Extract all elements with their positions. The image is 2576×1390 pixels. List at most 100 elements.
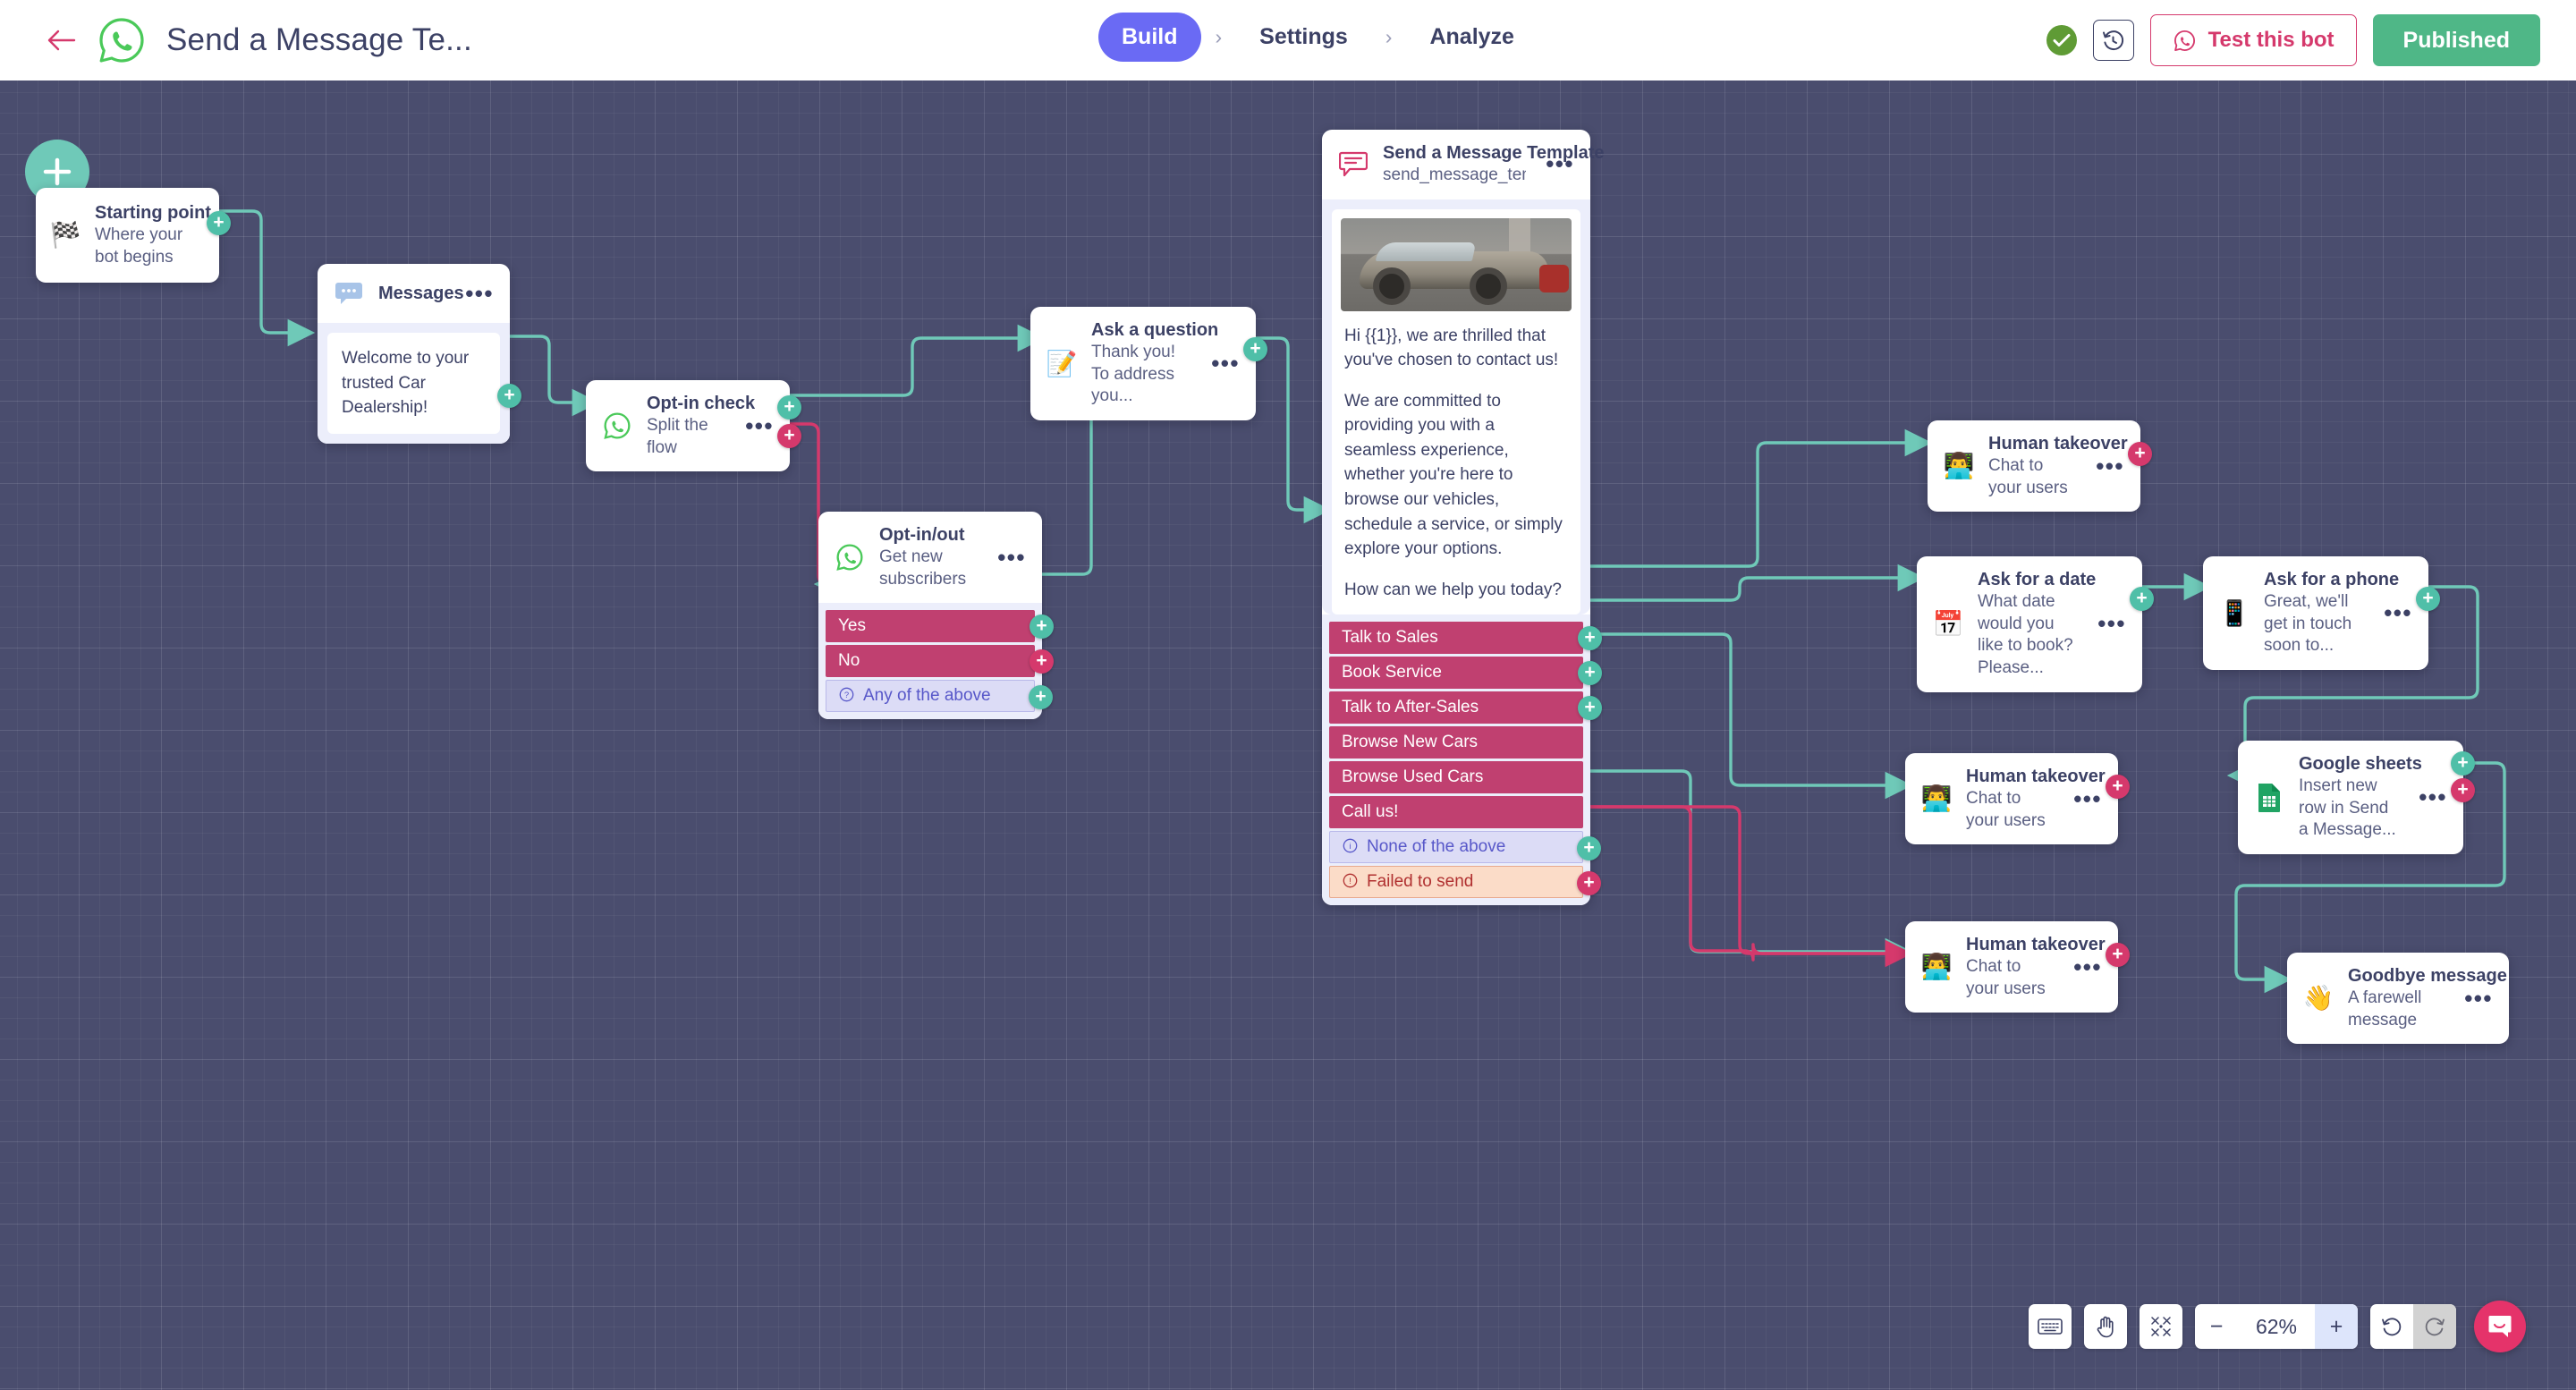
option-row[interactable]: Yes + [826,610,1054,643]
undo-icon[interactable] [2370,1304,2413,1349]
whatsapp-icon [600,409,634,443]
node-menu-button[interactable]: ••• [1204,352,1241,375]
node-menu-button[interactable]: ••• [2411,785,2449,809]
option-row[interactable]: Browse New Cars [1329,726,1583,759]
zoom-out-button[interactable]: − [2195,1304,2238,1349]
option-row[interactable]: Call us! [1329,796,1583,829]
question-circle-icon: ? [839,687,854,705]
node-google-sheets[interactable]: Google sheets Insert new row in Send a M… [2238,741,2475,855]
zoom-in-button[interactable]: + [2315,1304,2358,1349]
chat-bubble-icon[interactable] [2474,1301,2526,1352]
node-ask-for-a-date[interactable]: 📅 Ask for a date What date would you lik… [1917,556,2154,692]
node-send-message-template[interactable]: Send a Message Template send_message_tem… [1322,130,1605,906]
output-port[interactable]: + [2128,442,2152,466]
node-menu-button[interactable]: ••• [2377,601,2414,624]
history-controls [2370,1304,2456,1349]
output-port[interactable]: + [1243,337,1267,361]
node-menu-button[interactable]: ••• [2089,454,2126,478]
test-bot-button[interactable]: Test this bot [2149,14,2357,66]
classic-car-photo [1341,217,1572,311]
node-optin-check[interactable]: Opt-in check Split the flow ••• + + [586,380,801,472]
node-body: Hi {{1}}, we are thrilled that you've ch… [1322,199,1590,615]
output-port-failure[interactable]: + [2451,778,2475,802]
option-row-any-of-above[interactable]: ? Any of the above + [826,680,1053,713]
hand-pan-icon[interactable] [2084,1304,2127,1349]
node-header: 📝 Ask a question Thank you! To address y… [1030,307,1256,420]
output-port[interactable]: + [2106,775,2130,799]
node-ask-a-question[interactable]: 📝 Ask a question Thank you! To address y… [1030,307,1267,421]
option-label: Any of the above [863,686,991,706]
node-header: Opt-in check Split the flow ••• [586,380,790,471]
info-circle-icon: i [1343,838,1358,856]
option-port[interactable]: + [1578,626,1602,651]
node-starting-point[interactable]: 🏁 Starting point Where your bot begins + [36,188,231,284]
node-menu-button[interactable]: ••• [2066,787,2104,810]
message-bubble: Welcome to your trusted Car Dealership! [327,333,500,434]
node-title: Opt-in check [647,394,756,413]
node-human-takeover-1[interactable]: 👨‍💻 Human takeover Chat to your users ••… [1928,420,2152,513]
history-clock-icon[interactable] [2092,20,2134,61]
node-title: Goodbye message [2348,966,2507,986]
option-label: Yes [838,616,866,636]
node-subtitle: Insert new row in Send a Message... [2299,776,2396,840]
option-row-none-of-above[interactable]: i None of the above + [1329,831,1601,864]
option-row[interactable]: Talk to After-Sales + [1329,691,1602,725]
node-body: Welcome to your trusted Car Dealership! [318,323,510,444]
published-button[interactable]: Published [2372,14,2540,66]
node-menu-button[interactable]: ••• [2066,955,2104,979]
node-messages[interactable]: Messages ••• Welcome to your trusted Car… [318,264,521,444]
node-menu-button[interactable]: ••• [2090,612,2128,635]
test-bot-label: Test this bot [2207,28,2334,52]
node-header: Send a Message Template send_message_tem… [1322,130,1605,199]
node-optin-out[interactable]: Opt-in/out Get new subscribers ••• Yes +… [818,512,1054,720]
output-port[interactable]: + [2416,587,2440,611]
node-menu-button[interactable]: ••• [1538,152,1576,175]
fit-to-screen-icon[interactable] [2140,1304,2182,1349]
option-label: No [838,651,860,671]
top-bar-actions: Test this bot Published [2046,0,2540,81]
published-label: Published [2402,27,2510,53]
output-port[interactable]: + [207,211,231,235]
option-row[interactable]: No + [826,645,1054,678]
top-bar: Send a Message Te... Build › Settings › … [0,0,2576,81]
message-dots-icon [332,276,366,310]
option-row[interactable]: Book Service + [1329,657,1602,690]
option-label: Talk to Sales [1342,628,1438,648]
flow-canvas[interactable]: 🏁 Starting point Where your bot begins +… [0,81,2576,1390]
node-menu-button[interactable]: ••• [990,546,1028,569]
node-menu-button[interactable]: ••• [2457,987,2495,1010]
node-human-takeover-3[interactable]: 👨‍💻 Human takeover Chat to your users ••… [1905,921,2130,1013]
option-row-failed-to-send[interactable]: ! Failed to send + [1329,866,1601,899]
node-goodbye-message[interactable]: 👋 Goodbye message A farewell message ••• [2287,953,2509,1045]
back-arrow-icon[interactable] [43,22,79,58]
node-ask-for-a-phone[interactable]: 📱 Ask for a phone Great, we'll get in to… [2203,556,2440,671]
output-port-failure[interactable]: + [777,424,801,448]
option-row[interactable]: Talk to Sales + [1329,622,1602,655]
node-subtitle: Great, we'll get in touch soon to... [2264,592,2352,656]
option-port[interactable]: + [1578,696,1602,721]
output-port-success[interactable]: + [2451,751,2475,776]
node-menu-button[interactable]: ••• [458,282,496,305]
option-port[interactable]: + [1577,836,1601,861]
tab-settings[interactable]: Settings [1236,13,1371,62]
tab-build[interactable]: Build [1098,13,1201,62]
node-human-takeover-2[interactable]: 👨‍💻 Human takeover Chat to your users ••… [1905,753,2130,845]
node-subtitle: Get new subscribers [879,547,967,589]
node-subtitle: Thank you! To address you... [1091,343,1175,406]
node-subtitle: Split the flow [647,416,708,457]
person-laptop-icon: 👨‍💻 [1943,452,1975,480]
tab-analyze[interactable]: Analyze [1406,13,1537,62]
option-port[interactable]: + [1578,661,1602,686]
option-port[interactable]: + [1577,871,1601,896]
output-port[interactable]: + [497,384,521,408]
node-menu-button[interactable]: ••• [738,414,775,437]
output-port[interactable]: + [2106,943,2130,967]
template-line-2: We are committed to providing you with a… [1344,391,1563,559]
output-port-success[interactable]: + [777,395,801,420]
option-row[interactable]: Browse Used Cars [1329,761,1583,794]
redo-icon[interactable] [2413,1304,2456,1349]
node-title: Ask for a date [1978,570,2097,589]
keyboard-icon[interactable] [2029,1304,2072,1349]
option-label: None of the above [1367,837,1506,857]
output-port[interactable]: + [2130,587,2154,611]
